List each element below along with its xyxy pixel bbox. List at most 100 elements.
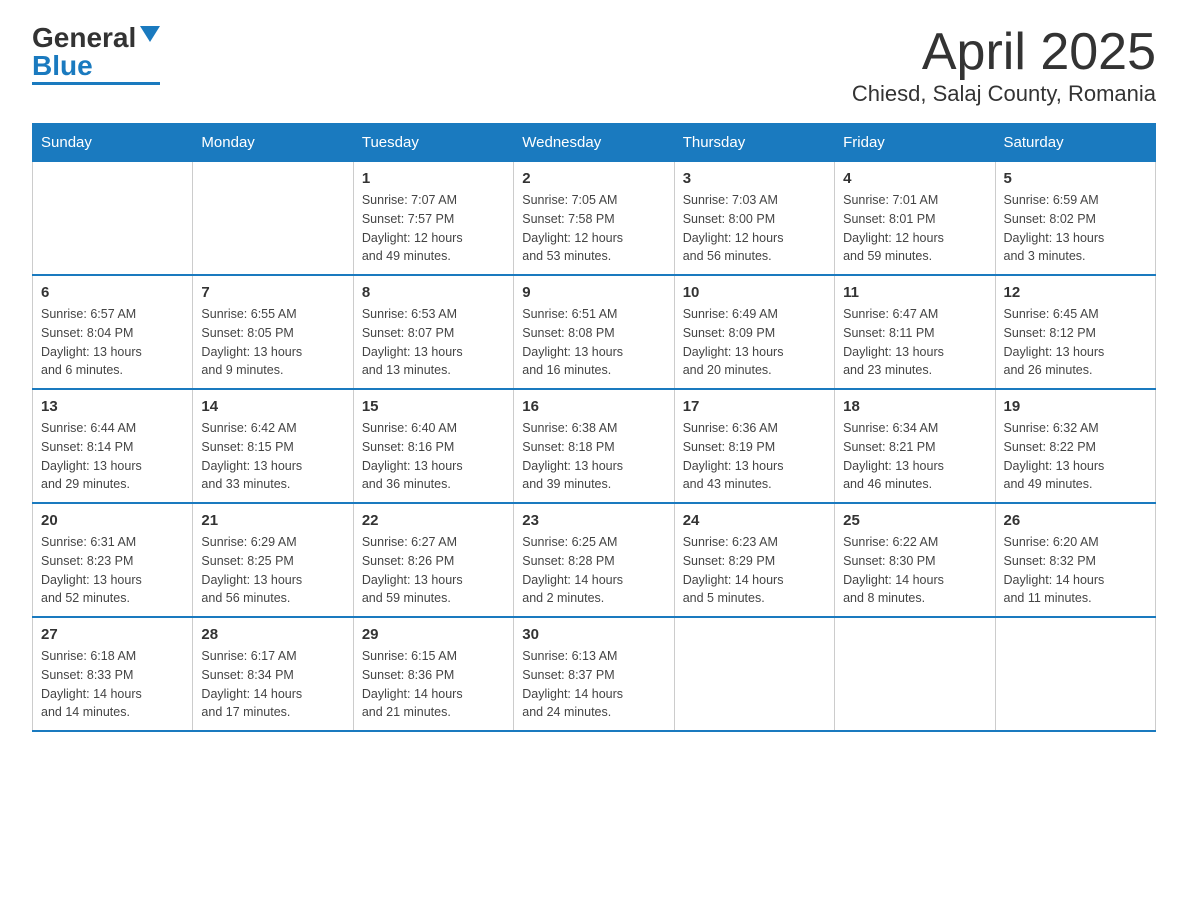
day-info: Sunrise: 6:34 AM Sunset: 8:21 PM Dayligh…: [843, 419, 986, 494]
calendar-day-header: Friday: [835, 124, 995, 162]
calendar-cell: 28 Sunrise: 6:17 AM Sunset: 8:34 PM Dayli…: [193, 617, 353, 731]
calendar-header: SundayMondayTuesdayWednesdayThursdayFrid…: [33, 124, 1156, 162]
day-number: 4: [843, 170, 986, 187]
calendar-cell: 30Sunrise: 6:13 AM Sunset: 8:37 PM Dayli…: [514, 617, 674, 731]
logo-triangle-icon: [140, 26, 160, 42]
day-number: 19: [1004, 398, 1147, 415]
day-info: Sunrise: 6:27 AM Sunset: 8:26 PM Dayligh…: [362, 533, 505, 608]
day-info: Sunrise: 6:51 AM Sunset: 8:08 PM Dayligh…: [522, 305, 665, 380]
logo-blue-text: Blue: [32, 52, 93, 80]
calendar-table: SundayMondayTuesdayWednesdayThursdayFrid…: [32, 123, 1156, 732]
logo-underline: [32, 82, 160, 85]
day-number: 29: [362, 626, 505, 643]
day-info: Sunrise: 6:40 AM Sunset: 8:16 PM Dayligh…: [362, 419, 505, 494]
calendar-cell: 7 Sunrise: 6:55 AM Sunset: 8:05 PM Daylig…: [193, 275, 353, 389]
calendar-title-block: April 2025 Chiesd, Salaj County, Romania: [852, 24, 1156, 107]
calendar-cell: 29 Sunrise: 6:15 AM Sunset: 8:36 PM Dayli…: [353, 617, 513, 731]
day-info: Sunrise: 6:32 AM Sunset: 8:22 PM Dayligh…: [1004, 419, 1147, 494]
calendar-cell: 17 Sunrise: 6:36 AM Sunset: 8:19 PM Dayli…: [674, 389, 834, 503]
day-info: Sunrise: 6:25 AM Sunset: 8:28 PM Dayligh…: [522, 533, 665, 608]
day-info: Sunrise: 6:22 AM Sunset: 8:30 PM Dayligh…: [843, 533, 986, 608]
day-info: Sunrise: 6:57 AM Sunset: 8:04 PM Dayligh…: [41, 305, 184, 380]
calendar-week-row: 1Sunrise: 7:07 AM Sunset: 7:57 PM Daylig…: [33, 162, 1156, 276]
calendar-day-header: Monday: [193, 124, 353, 162]
day-number: 5: [1004, 170, 1147, 187]
calendar-week-row: 20Sunrise: 6:31 AM Sunset: 8:23 PM Dayli…: [33, 503, 1156, 617]
day-number: 10: [683, 284, 826, 301]
calendar-cell: 13Sunrise: 6:44 AM Sunset: 8:14 PM Dayli…: [33, 389, 193, 503]
day-number: 28: [201, 626, 344, 643]
day-info: Sunrise: 7:05 AM Sunset: 7:58 PM Dayligh…: [522, 191, 665, 266]
day-number: 20: [41, 512, 184, 529]
day-info: Sunrise: 6:47 AM Sunset: 8:11 PM Dayligh…: [843, 305, 986, 380]
calendar-day-header: Saturday: [995, 124, 1155, 162]
page-header: General Blue April 2025 Chiesd, Salaj Co…: [32, 24, 1156, 107]
day-info: Sunrise: 7:01 AM Sunset: 8:01 PM Dayligh…: [843, 191, 986, 266]
day-number: 3: [683, 170, 826, 187]
day-info: Sunrise: 6:36 AM Sunset: 8:19 PM Dayligh…: [683, 419, 826, 494]
day-info: Sunrise: 6:49 AM Sunset: 8:09 PM Dayligh…: [683, 305, 826, 380]
day-number: 24: [683, 512, 826, 529]
calendar-cell: 10 Sunrise: 6:49 AM Sunset: 8:09 PM Dayli…: [674, 275, 834, 389]
calendar-cell: 6 Sunrise: 6:57 AM Sunset: 8:04 PM Daylig…: [33, 275, 193, 389]
calendar-cell: 25 Sunrise: 6:22 AM Sunset: 8:30 PM Dayli…: [835, 503, 995, 617]
day-info: Sunrise: 6:29 AM Sunset: 8:25 PM Dayligh…: [201, 533, 344, 608]
calendar-cell: 22 Sunrise: 6:27 AM Sunset: 8:26 PM Dayli…: [353, 503, 513, 617]
day-number: 8: [362, 284, 505, 301]
day-info: Sunrise: 6:53 AM Sunset: 8:07 PM Dayligh…: [362, 305, 505, 380]
day-info: Sunrise: 6:55 AM Sunset: 8:05 PM Dayligh…: [201, 305, 344, 380]
day-info: Sunrise: 6:23 AM Sunset: 8:29 PM Dayligh…: [683, 533, 826, 608]
day-info: Sunrise: 7:07 AM Sunset: 7:57 PM Dayligh…: [362, 191, 505, 266]
day-info: Sunrise: 6:15 AM Sunset: 8:36 PM Dayligh…: [362, 647, 505, 722]
day-info: Sunrise: 6:17 AM Sunset: 8:34 PM Dayligh…: [201, 647, 344, 722]
day-number: 30: [522, 626, 665, 643]
day-number: 12: [1004, 284, 1147, 301]
calendar-cell: 24 Sunrise: 6:23 AM Sunset: 8:29 PM Dayli…: [674, 503, 834, 617]
calendar-week-row: 13Sunrise: 6:44 AM Sunset: 8:14 PM Dayli…: [33, 389, 1156, 503]
day-number: 23: [522, 512, 665, 529]
calendar-title: April 2025: [852, 24, 1156, 81]
day-number: 25: [843, 512, 986, 529]
calendar-cell: 3 Sunrise: 7:03 AM Sunset: 8:00 PM Daylig…: [674, 162, 834, 276]
calendar-cell: [193, 162, 353, 276]
day-number: 22: [362, 512, 505, 529]
calendar-cell: 4 Sunrise: 7:01 AM Sunset: 8:01 PM Daylig…: [835, 162, 995, 276]
day-info: Sunrise: 6:42 AM Sunset: 8:15 PM Dayligh…: [201, 419, 344, 494]
calendar-cell: 20Sunrise: 6:31 AM Sunset: 8:23 PM Dayli…: [33, 503, 193, 617]
calendar-cell: 26Sunrise: 6:20 AM Sunset: 8:32 PM Dayli…: [995, 503, 1155, 617]
calendar-day-header: Tuesday: [353, 124, 513, 162]
day-info: Sunrise: 6:45 AM Sunset: 8:12 PM Dayligh…: [1004, 305, 1147, 380]
calendar-week-row: 27Sunrise: 6:18 AM Sunset: 8:33 PM Dayli…: [33, 617, 1156, 731]
calendar-cell: 18Sunrise: 6:34 AM Sunset: 8:21 PM Dayli…: [835, 389, 995, 503]
day-number: 11: [843, 284, 986, 301]
calendar-cell: 19 Sunrise: 6:32 AM Sunset: 8:22 PM Dayli…: [995, 389, 1155, 503]
day-number: 15: [362, 398, 505, 415]
day-number: 26: [1004, 512, 1147, 529]
calendar-cell: 11 Sunrise: 6:47 AM Sunset: 8:11 PM Dayli…: [835, 275, 995, 389]
calendar-cell: 8 Sunrise: 6:53 AM Sunset: 8:07 PM Daylig…: [353, 275, 513, 389]
calendar-header-row: SundayMondayTuesdayWednesdayThursdayFrid…: [33, 124, 1156, 162]
day-number: 6: [41, 284, 184, 301]
calendar-cell: [835, 617, 995, 731]
day-number: 16: [522, 398, 665, 415]
calendar-day-header: Thursday: [674, 124, 834, 162]
calendar-cell: [674, 617, 834, 731]
day-info: Sunrise: 6:59 AM Sunset: 8:02 PM Dayligh…: [1004, 191, 1147, 266]
day-info: Sunrise: 7:03 AM Sunset: 8:00 PM Dayligh…: [683, 191, 826, 266]
calendar-cell: [33, 162, 193, 276]
calendar-cell: 23 Sunrise: 6:25 AM Sunset: 8:28 PM Dayli…: [514, 503, 674, 617]
day-number: 7: [201, 284, 344, 301]
calendar-cell: 1Sunrise: 7:07 AM Sunset: 7:57 PM Daylig…: [353, 162, 513, 276]
logo-general-text: General: [32, 24, 136, 52]
calendar-cell: 27Sunrise: 6:18 AM Sunset: 8:33 PM Dayli…: [33, 617, 193, 731]
calendar-day-header: Wednesday: [514, 124, 674, 162]
day-number: 17: [683, 398, 826, 415]
calendar-cell: 15 Sunrise: 6:40 AM Sunset: 8:16 PM Dayli…: [353, 389, 513, 503]
calendar-cell: 14Sunrise: 6:42 AM Sunset: 8:15 PM Dayli…: [193, 389, 353, 503]
calendar-cell: 5 Sunrise: 6:59 AM Sunset: 8:02 PM Daylig…: [995, 162, 1155, 276]
day-number: 9: [522, 284, 665, 301]
day-number: 21: [201, 512, 344, 529]
day-info: Sunrise: 6:44 AM Sunset: 8:14 PM Dayligh…: [41, 419, 184, 494]
logo: General Blue: [32, 24, 160, 85]
calendar-body: 1Sunrise: 7:07 AM Sunset: 7:57 PM Daylig…: [33, 162, 1156, 732]
